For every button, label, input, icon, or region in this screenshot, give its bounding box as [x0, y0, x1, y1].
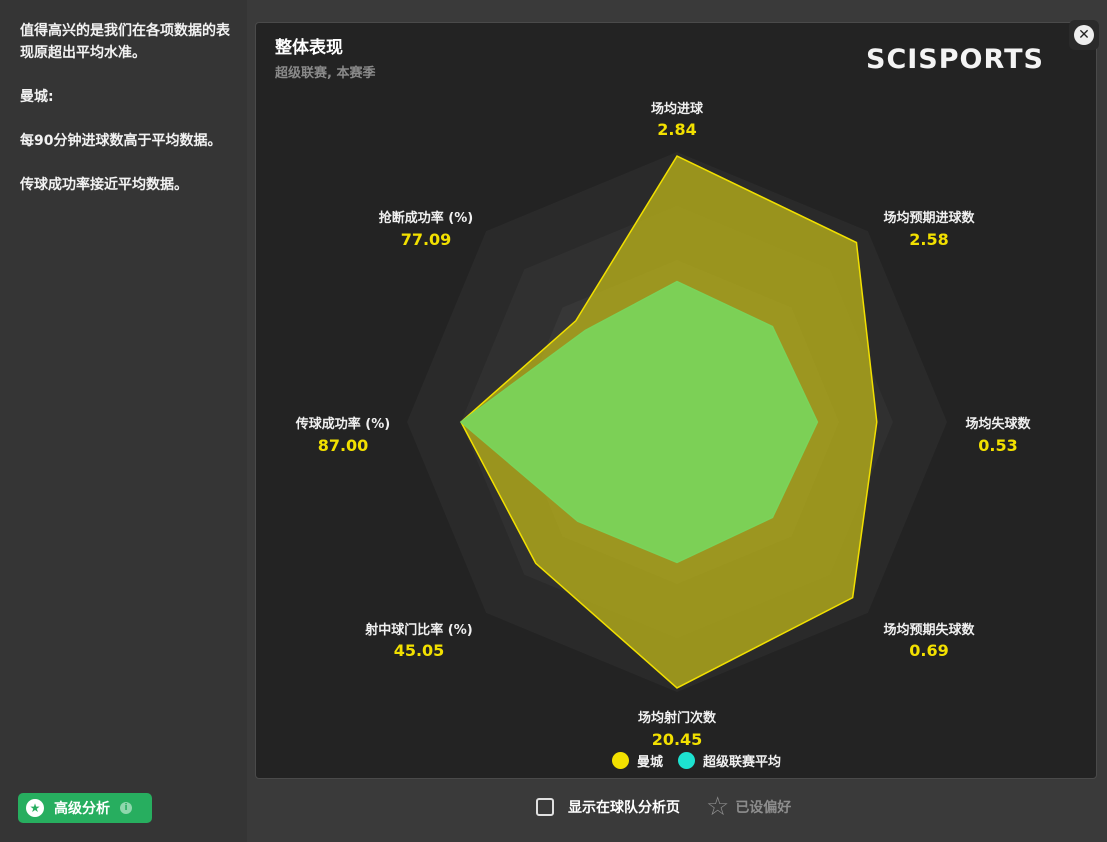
legend-label-average: 超级联赛平均 [703, 755, 782, 770]
axis-label: 场均预期失球数 [883, 622, 975, 638]
legend-item-team[interactable]: 曼城 [612, 751, 663, 770]
star-outline-icon: ☆ [706, 792, 730, 822]
axis-label: 场均进球 [651, 101, 704, 117]
axis-label: 射中球门比率 (%) [364, 622, 472, 638]
axis-label: 场均预期进球数 [883, 210, 975, 226]
legend-swatch-team [612, 752, 629, 769]
legend-swatch-average [678, 752, 696, 769]
show-on-team-page-label[interactable]: 显示在球队分析页 [568, 797, 680, 817]
axis-label: 传球成功率 (%) [295, 416, 390, 432]
axis-value-label: 87.00 [318, 436, 369, 455]
axis-value-label: 2.58 [909, 230, 948, 249]
chart-legend: 曼城 超级联赛平均 [612, 751, 796, 770]
chart-footer: 显示在球队分析页 ☆ 已设偏好 [536, 794, 791, 820]
axis-value-label: 0.69 [909, 641, 948, 660]
show-on-team-page-checkbox[interactable] [536, 798, 554, 816]
axis-label: 场均射门次数 [638, 710, 717, 726]
axis-label: 抢断成功率 (%) [379, 210, 473, 226]
legend-item-average[interactable]: 超级联赛平均 [678, 751, 781, 770]
axis-value-label: 2.84 [657, 120, 696, 139]
favorite-label: 已设偏好 [735, 800, 792, 816]
legend-label-team: 曼城 [637, 755, 664, 770]
favorite-toggle[interactable]: ☆ 已设偏好 [706, 794, 791, 820]
radar-chart: 场均进球 2.84 场均预期进球数 2.58 场均失球数 0.53 场均预期失球数 0.69 场… [295, 101, 1032, 749]
axis-value-label: 0.53 [978, 436, 1017, 455]
axis-value-label: 20.45 [652, 730, 703, 749]
axis-label: 场均失球数 [965, 416, 1031, 432]
axis-value-label: 77.09 [401, 230, 452, 249]
axis-value-label: 45.05 [394, 641, 445, 660]
